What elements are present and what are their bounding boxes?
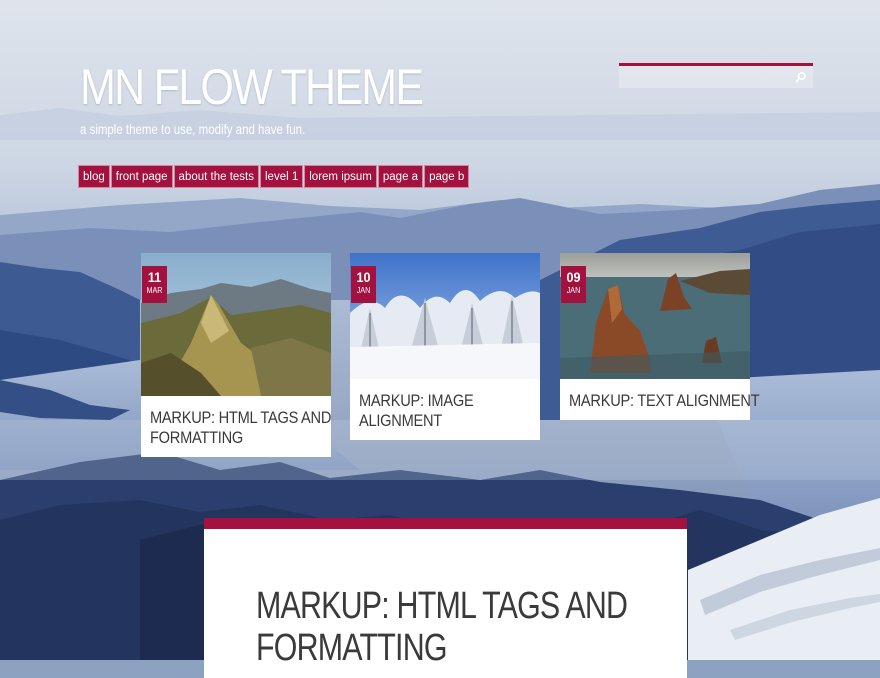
site-title[interactable]: MN FLOW THEME (80, 58, 424, 116)
post-thumbnail[interactable]: 11 MAR (141, 253, 331, 396)
post-title-line: MARKUP: IMAGE (359, 391, 474, 410)
post-date-day: 09 (566, 269, 581, 285)
search-icon[interactable] (795, 71, 807, 83)
post-title[interactable]: MARKUP: IMAGE ALIGNMENT (350, 379, 540, 440)
post-date-month: JAN (356, 286, 371, 295)
post-date-badge: 10 JAN (351, 266, 376, 303)
post-card[interactable]: 09 JAN MARKUP: TEXT ALIGNMENT (560, 253, 760, 420)
main-nav: blog front page about the tests level 1 … (78, 165, 470, 188)
post-card[interactable]: 11 MAR MARKUP: HTML TAGS AND FORMATTING (141, 253, 331, 457)
nav-item-level-1[interactable]: level 1 (260, 165, 304, 188)
post-thumbnail[interactable]: 09 JAN (560, 253, 750, 379)
article-panel: MARKUP: HTML TAGS AND FORMATTING (204, 518, 687, 678)
post-title-line: MARKUP: TEXT ALIGNMENT (569, 391, 760, 410)
post-title[interactable]: MARKUP: TEXT ALIGNMENT (560, 379, 760, 420)
mountain-peak-image (141, 253, 331, 396)
nav-item-page-a[interactable]: page a (377, 165, 424, 188)
post-date-month: MAR (146, 286, 163, 295)
article-title[interactable]: MARKUP: HTML TAGS AND FORMATTING (256, 585, 720, 669)
article-title-line: MARKUP: HTML TAGS AND (256, 585, 628, 627)
post-card[interactable]: 10 JAN MARKUP: IMAGE ALIGNMENT (350, 253, 540, 440)
sea-stacks-image (560, 253, 750, 379)
post-thumbnail[interactable]: 10 JAN (350, 253, 540, 379)
post-title-line: MARKUP: HTML TAGS AND (150, 408, 332, 427)
nav-item-about-the-tests[interactable]: about the tests (173, 165, 259, 188)
search-input[interactable] (619, 66, 789, 88)
post-title[interactable]: MARKUP: HTML TAGS AND FORMATTING (141, 396, 331, 457)
post-date-badge: 09 JAN (561, 266, 586, 303)
post-date-day: 11 (147, 269, 162, 285)
post-title-line: FORMATTING (150, 428, 243, 447)
nav-item-lorem-ipsum[interactable]: lorem ipsum (304, 165, 377, 188)
post-date-badge: 11 MAR (142, 266, 167, 303)
nav-item-front-page[interactable]: front page (110, 165, 173, 188)
post-date-day: 10 (356, 269, 371, 285)
article-title-line: FORMATTING (256, 627, 448, 669)
snowy-trees-image (350, 253, 540, 379)
post-date-month: JAN (566, 286, 581, 295)
nav-item-page-b[interactable]: page b (424, 165, 470, 188)
search-box (619, 63, 813, 88)
post-title-line: ALIGNMENT (359, 411, 442, 430)
nav-item-blog[interactable]: blog (78, 165, 110, 188)
site-tagline: a simple theme to use, modify and have f… (80, 121, 306, 137)
